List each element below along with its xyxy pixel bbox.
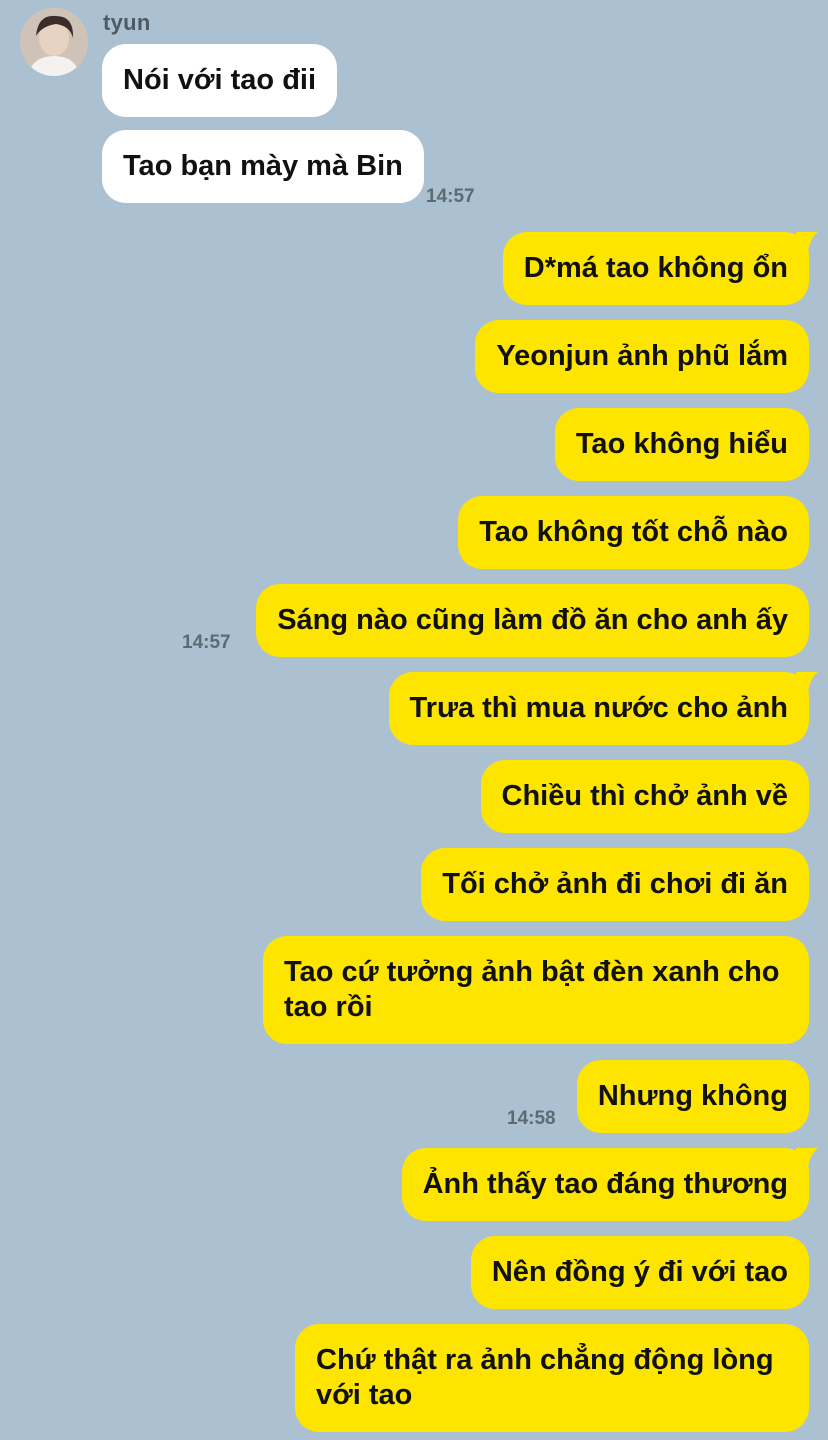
message-text: Chứ thật ra ảnh chẳng động lòng với tao: [316, 1344, 774, 1411]
outgoing-message-bubble[interactable]: Yeonjun ảnh phũ lắm: [475, 320, 809, 393]
message-timestamp: 14:58: [507, 1108, 556, 1129]
bubble-tail-icon: [796, 672, 818, 692]
outgoing-message-bubble[interactable]: Tao cứ tưởng ảnh bật đèn xanh cho tao rồ…: [263, 936, 809, 1044]
profile-photo-icon: [20, 8, 88, 76]
message-text: Nói với tao đii: [123, 64, 317, 96]
message-text: D*má tao không ổn: [523, 252, 788, 284]
message-text: Tối chở ảnh đi chơi đi ăn: [442, 868, 788, 900]
message-text: Tao không tốt chỗ nào: [479, 516, 788, 548]
message-timestamp: 14:57: [426, 186, 475, 207]
outgoing-message-bubble[interactable]: Chứ thật ra ảnh chẳng động lòng với tao: [295, 1324, 809, 1432]
contact-avatar[interactable]: [20, 8, 88, 76]
incoming-message-bubble[interactable]: Tao bạn mày mà Bin: [102, 130, 424, 203]
message-text: Chiều thì chở ảnh về: [501, 780, 789, 812]
outgoing-message-bubble[interactable]: Chiều thì chở ảnh về: [480, 760, 809, 833]
message-text: Tao không hiểu: [575, 428, 788, 460]
outgoing-message-bubble[interactable]: Tao không hiểu: [554, 408, 809, 481]
outgoing-message-bubble[interactable]: Nên đồng ý đi với tao: [470, 1236, 809, 1309]
message-text: Tao bạn mày mà Bin: [123, 150, 403, 182]
message-timestamp: 14:57: [182, 632, 231, 653]
outgoing-message-bubble[interactable]: Tối chở ảnh đi chơi đi ăn: [421, 848, 809, 921]
message-text: Ảnh thấy tao đáng thương: [422, 1168, 788, 1200]
message-text: Nhưng không: [597, 1080, 788, 1112]
outgoing-message-bubble[interactable]: Nhưng không: [576, 1060, 809, 1133]
message-text: Tao cứ tưởng ảnh bật đèn xanh cho tao rồ…: [284, 956, 780, 1023]
outgoing-message-bubble[interactable]: Ảnh thấy tao đáng thương: [401, 1148, 809, 1221]
message-text: Nên đồng ý đi với tao: [491, 1256, 788, 1288]
outgoing-message-bubble[interactable]: D*má tao không ổn: [502, 232, 809, 305]
bubble-tail-icon: [796, 232, 818, 252]
outgoing-message-bubble[interactable]: Tao không tốt chỗ nào: [458, 496, 809, 569]
incoming-message-bubble[interactable]: Nói với tao đii: [102, 44, 338, 117]
outgoing-message-bubble[interactable]: Trưa thì mua nước cho ảnh: [388, 672, 809, 745]
message-text: Yeonjun ảnh phũ lắm: [496, 340, 788, 372]
contact-name: tyun: [103, 10, 151, 35]
message-text: Trưa thì mua nước cho ảnh: [409, 692, 788, 724]
bubble-tail-icon: [796, 1148, 818, 1168]
message-text: Sáng nào cũng làm đồ ăn cho anh ấy: [277, 604, 788, 636]
outgoing-message-bubble[interactable]: Sáng nào cũng làm đồ ăn cho anh ấy: [256, 584, 809, 657]
